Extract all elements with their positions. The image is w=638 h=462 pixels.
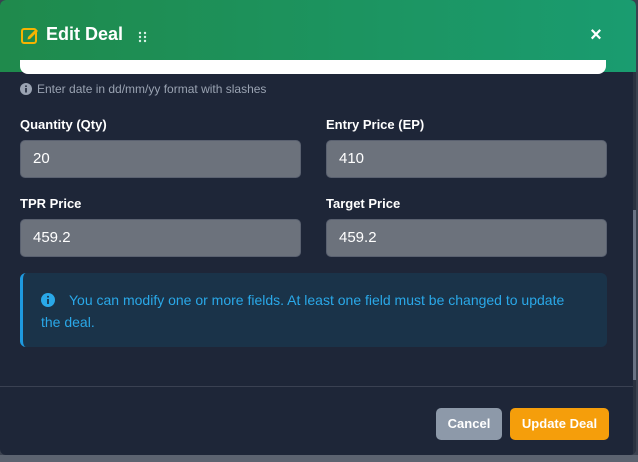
modal-title: Edit Deal (46, 24, 124, 44)
page-bottom-bar (0, 455, 638, 462)
tpr-price-label: TPR Price (20, 196, 82, 211)
date-input[interactable] (20, 60, 606, 74)
info-alert: You can modify one or more fields. At le… (20, 273, 607, 347)
close-button[interactable]: × (586, 25, 606, 46)
tpr-price-input[interactable]: 459.2 (20, 219, 301, 257)
info-icon (20, 83, 32, 95)
date-hint-text: Enter date in dd/mm/yy format with slash… (37, 82, 267, 96)
date-hint: Enter date in dd/mm/yy format with slash… (20, 82, 266, 96)
quantity-input[interactable]: 20 (20, 140, 301, 178)
entry-price-label: Entry Price (EP) (326, 117, 425, 132)
edit-icon (21, 28, 38, 44)
info-message: You can modify one or more fields. At le… (41, 292, 565, 330)
drag-handle-icon[interactable] (138, 31, 147, 43)
edit-deal-modal: Edit Deal × Enter date in dd/mm/yy forma… (0, 0, 636, 455)
footer-divider (0, 386, 636, 387)
cancel-button[interactable]: Cancel (436, 408, 502, 440)
entry-price-input[interactable]: 410 (326, 140, 607, 178)
quantity-label: Quantity (Qty) (20, 117, 107, 132)
target-price-label: Target Price (326, 196, 401, 211)
scrollbar-thumb[interactable] (633, 210, 636, 380)
target-price-input[interactable]: 459.2 (326, 219, 607, 257)
update-deal-button[interactable]: Update Deal (510, 408, 609, 440)
